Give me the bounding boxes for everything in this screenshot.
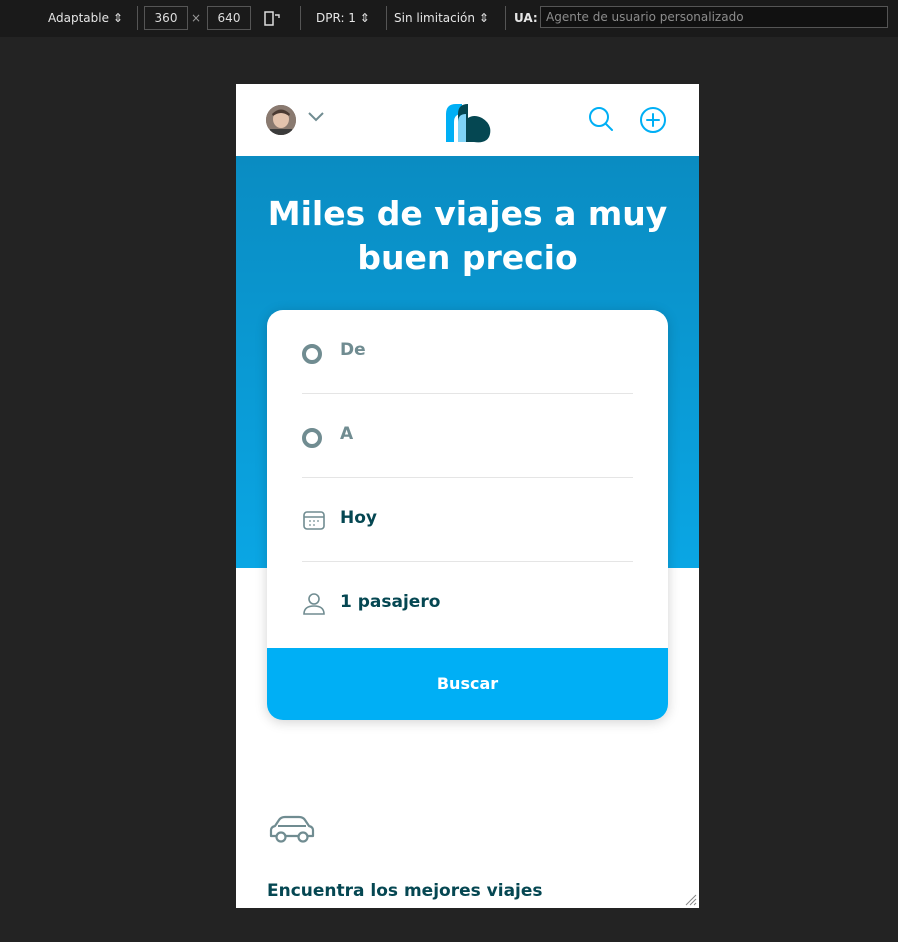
toolbar-separator [137,6,138,30]
blablacar-logo[interactable] [444,100,494,144]
throttle-label: Sin limitación [394,11,475,25]
search-form-card: De A Hoy 1 pasajero Buscar [267,310,668,720]
viewport-height-input[interactable]: 640 [207,6,251,30]
from-field-placeholder: De [340,340,366,360]
chevron-down-icon[interactable] [308,112,324,122]
origin-circle-icon [302,344,322,364]
toolbar-separator [505,6,506,30]
passengers-value: 1 pasajero [340,592,441,612]
date-value: Hoy [340,508,377,528]
throttle-select[interactable]: Sin limitación ⇕ [394,7,489,29]
responsive-mode-label: Adaptable [48,11,109,25]
plus-circle-icon[interactable] [639,106,667,134]
date-field[interactable]: Hoy [302,478,633,562]
toolbar-separator [300,6,301,30]
search-icon[interactable] [588,106,614,132]
site-header [236,84,699,156]
updown-icon: ⇕ [478,11,489,25]
dpr-label: DPR: 1 [316,11,356,25]
hero-title-line: Miles de viajes a muy [267,194,668,233]
car-icon [269,815,315,843]
mobile-viewport: Miles de viajes a muy buen precio De A H… [236,84,699,908]
search-button[interactable]: Buscar [267,648,668,720]
to-field-placeholder: A [340,424,354,444]
viewport-width-input[interactable]: 360 [144,6,188,30]
rotate-icon[interactable] [263,7,281,29]
devtools-toolbar: Adaptable ⇕ 360 × 640 DPR: 1 ⇕ Sin limit… [0,0,898,37]
section-title: Encuentra los mejores viajes [267,881,543,901]
dimension-times: × [191,11,202,25]
calendar-icon [303,511,325,530]
from-field[interactable]: De [302,310,633,394]
user-avatar[interactable] [266,105,296,135]
person-icon [303,593,325,615]
toolbar-separator [386,6,387,30]
updown-icon: ⇕ [112,11,123,25]
to-field[interactable]: A [302,394,633,478]
user-agent-input[interactable]: Agente de usuario personalizado [540,6,888,28]
ua-label: UA: [514,11,538,25]
dpr-select[interactable]: DPR: 1 ⇕ [316,7,370,29]
hero-title-line: buen precio [357,238,578,277]
resize-handle-icon[interactable] [683,892,697,906]
updown-icon: ⇕ [359,11,370,25]
passengers-field[interactable]: 1 pasajero [302,562,633,646]
responsive-mode-select[interactable]: Adaptable ⇕ [48,7,123,29]
destination-circle-icon [302,428,322,448]
hero-title: Miles de viajes a muy buen precio [236,192,699,280]
